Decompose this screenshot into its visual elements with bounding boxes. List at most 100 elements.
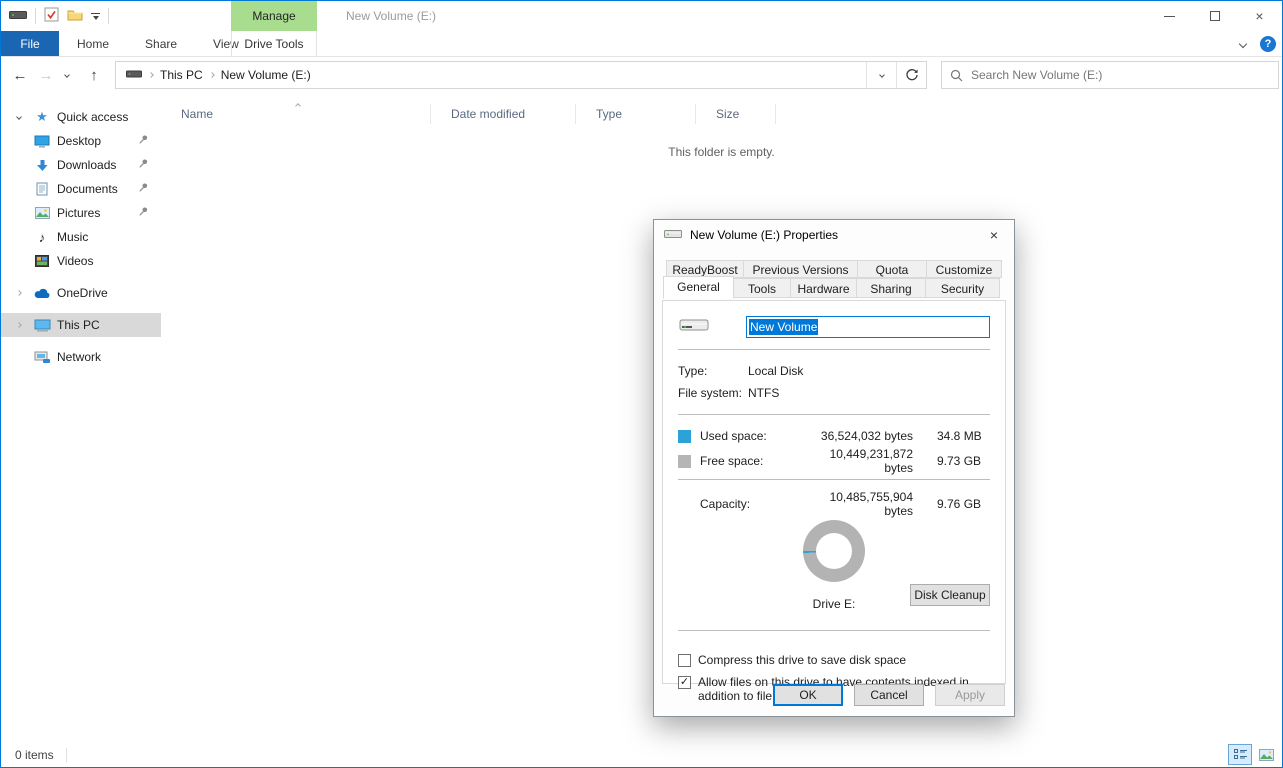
- apply-button[interactable]: Apply: [935, 684, 1005, 706]
- free-space-row: Free space: 10,449,231,872 bytes 9.73 GB: [678, 447, 990, 469]
- tab-general[interactable]: General: [663, 276, 734, 299]
- checkbox-unchecked[interactable]: [678, 654, 691, 667]
- status-bar: 0 items: [1, 742, 1282, 767]
- navigation-bar: ← → ↑ This PC New Volume (E:): [1, 57, 1282, 93]
- address-dropdown-button[interactable]: [866, 62, 896, 88]
- quick-access-star-icon: ★: [33, 109, 51, 125]
- chevron-right-icon: [209, 72, 215, 78]
- close-button[interactable]: ×: [1237, 1, 1282, 31]
- sidebar-item-quick-access[interactable]: ★ Quick access: [1, 105, 161, 129]
- tab-tools[interactable]: Tools: [734, 278, 791, 298]
- cancel-button[interactable]: Cancel: [854, 684, 924, 706]
- compress-checkbox-label: Compress this drive to save disk space: [698, 653, 906, 667]
- search-box[interactable]: [941, 61, 1279, 89]
- tab-home[interactable]: Home: [59, 31, 127, 56]
- sidebar-item-label: Desktop: [57, 134, 101, 148]
- sidebar-item-onedrive[interactable]: OneDrive: [1, 281, 161, 305]
- chevron-down-icon[interactable]: [11, 115, 27, 119]
- free-space-swatch: [678, 455, 691, 468]
- tab-file[interactable]: File: [1, 31, 59, 56]
- pin-icon: [138, 182, 149, 196]
- chevron-right-icon: [148, 72, 154, 78]
- ribbon-right-controls: ?: [1240, 31, 1276, 57]
- sidebar-item-music[interactable]: ♪ Music: [1, 225, 161, 249]
- selected-text: New Volume: [749, 319, 818, 335]
- minimize-button[interactable]: [1147, 1, 1192, 31]
- navigation-pane: ★ Quick access Desktop Downloads: [1, 93, 161, 742]
- compress-checkbox-row[interactable]: Compress this drive to save disk space: [678, 653, 990, 667]
- sidebar-item-label: Pictures: [57, 206, 100, 220]
- column-header-type[interactable]: Type: [576, 104, 696, 124]
- ok-button[interactable]: OK: [773, 684, 843, 706]
- filesystem-label: File system:: [678, 386, 748, 400]
- sidebar-item-pictures[interactable]: Pictures: [1, 201, 161, 225]
- column-header-size[interactable]: Size: [696, 104, 776, 124]
- search-input[interactable]: [971, 68, 1270, 82]
- quick-access-toolbar: [1, 7, 109, 25]
- forward-button[interactable]: →: [33, 67, 59, 84]
- volume-label-input[interactable]: New Volume: [746, 316, 990, 338]
- sidebar-item-desktop[interactable]: Desktop: [1, 129, 161, 153]
- tab-share[interactable]: Share: [127, 31, 195, 56]
- separator: [66, 748, 67, 762]
- new-folder-icon[interactable]: [67, 8, 83, 24]
- expand-ribbon-icon[interactable]: [1239, 40, 1247, 48]
- chevron-right-icon[interactable]: [11, 291, 27, 295]
- checkbox-checked[interactable]: ✓: [678, 676, 691, 689]
- tab-previous-versions[interactable]: Previous Versions: [744, 260, 858, 278]
- sidebar-item-label: This PC: [57, 318, 100, 332]
- downloads-icon: [33, 159, 51, 172]
- tab-security[interactable]: Security: [926, 278, 1000, 298]
- sidebar-item-label: Documents: [57, 182, 118, 196]
- used-space-bytes: 36,524,032 bytes: [798, 429, 913, 443]
- close-icon: ×: [1255, 8, 1263, 24]
- used-space-row: Used space: 36,524,032 bytes 34.8 MB: [678, 425, 990, 447]
- dialog-close-button[interactable]: ×: [974, 220, 1014, 250]
- sidebar-item-documents[interactable]: Documents: [1, 177, 161, 201]
- tab-drive-tools[interactable]: Drive Tools: [231, 31, 317, 57]
- column-header-date-modified[interactable]: Date modified: [431, 104, 576, 124]
- sidebar-item-this-pc[interactable]: This PC: [1, 313, 161, 337]
- type-label: Type:: [678, 364, 748, 378]
- sidebar-item-videos[interactable]: Videos: [1, 249, 161, 273]
- tab-quota[interactable]: Quota: [858, 260, 927, 278]
- videos-icon: [33, 255, 51, 267]
- breadcrumb-this-pc[interactable]: This PC: [160, 68, 203, 82]
- refresh-button[interactable]: [896, 62, 926, 88]
- maximize-icon: [1210, 11, 1220, 21]
- title-bar: Manage New Volume (E:) ×: [1, 1, 1282, 31]
- drive-icon: [664, 228, 682, 242]
- pin-icon: [138, 206, 149, 220]
- pictures-icon: [33, 207, 51, 219]
- sidebar-item-downloads[interactable]: Downloads: [1, 153, 161, 177]
- column-label: Size: [716, 107, 739, 121]
- recent-locations-dropdown[interactable]: [59, 73, 75, 77]
- help-icon[interactable]: ?: [1260, 36, 1276, 52]
- thumbnail-view-button[interactable]: [1254, 744, 1278, 765]
- disk-cleanup-button[interactable]: Disk Cleanup: [910, 584, 990, 606]
- up-button[interactable]: ↑: [81, 67, 107, 84]
- address-bar[interactable]: This PC New Volume (E:): [115, 61, 927, 89]
- customize-qat-dropdown-icon[interactable]: [91, 13, 100, 20]
- maximize-button[interactable]: [1192, 1, 1237, 31]
- tab-sharing[interactable]: Sharing: [857, 278, 926, 298]
- tab-customize[interactable]: Customize: [927, 260, 1002, 278]
- back-button[interactable]: ←: [7, 67, 33, 84]
- dialog-buttons: OK Cancel Apply: [773, 684, 1005, 706]
- breadcrumb-current[interactable]: New Volume (E:): [221, 68, 311, 82]
- used-space-swatch: [678, 430, 691, 443]
- separator: [108, 8, 109, 24]
- sidebar-item-network[interactable]: Network: [1, 345, 161, 369]
- capacity-size: 9.76 GB: [913, 497, 990, 511]
- details-view-button[interactable]: [1228, 744, 1252, 765]
- column-header-name[interactable]: Name: [161, 104, 431, 124]
- drive-letter-label: Drive E:: [813, 597, 856, 611]
- tab-hardware[interactable]: Hardware: [791, 278, 857, 298]
- free-space-size: 9.73 GB: [913, 454, 990, 468]
- properties-qat-icon[interactable]: [44, 7, 59, 25]
- window-title: New Volume (E:): [346, 1, 436, 31]
- manage-contextual-group[interactable]: Manage: [231, 1, 317, 31]
- documents-icon: [33, 182, 51, 196]
- separator: [35, 8, 36, 24]
- chevron-right-icon[interactable]: [11, 323, 27, 327]
